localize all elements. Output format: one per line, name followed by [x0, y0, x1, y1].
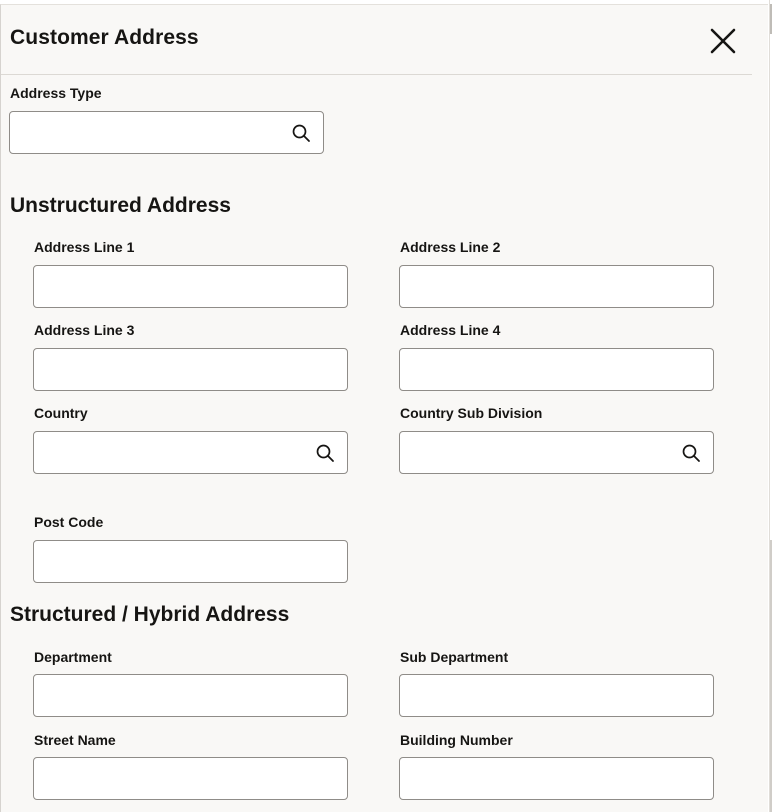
address-type-label: Address Type: [10, 85, 102, 101]
address-line-1-label: Address Line 1: [34, 239, 135, 255]
post-code-field: [33, 540, 348, 583]
building-number-input[interactable]: [400, 758, 713, 799]
department-input[interactable]: [34, 675, 347, 716]
sub-department-label: Sub Department: [400, 649, 509, 665]
customer-address-dialog: Customer Address Address Type Unstructur…: [0, 4, 768, 812]
street-name-input[interactable]: [34, 758, 347, 799]
department-field: [33, 674, 348, 717]
address-type-field: [9, 111, 324, 154]
address-line-1-field: [33, 265, 348, 308]
street-name-field: [33, 757, 348, 800]
building-number-label: Building Number: [400, 732, 513, 748]
country-field: [33, 431, 348, 474]
address-line-3-field: [33, 348, 348, 391]
address-line-3-label: Address Line 3: [34, 322, 135, 338]
address-line-4-input[interactable]: [400, 349, 713, 390]
country-sub-division-label: Country Sub Division: [400, 405, 543, 421]
search-icon[interactable]: [681, 443, 701, 463]
address-line-3-input[interactable]: [34, 349, 347, 390]
address-line-4-field: [399, 348, 714, 391]
close-icon: [710, 28, 736, 54]
street-name-label: Street Name: [34, 732, 116, 748]
dialog-title: Customer Address: [10, 26, 199, 49]
building-number-field: [399, 757, 714, 800]
country-sub-division-input[interactable]: [400, 432, 713, 473]
address-line-2-label: Address Line 2: [400, 239, 501, 255]
address-line-2-field: [399, 265, 714, 308]
dialog-header: Customer Address: [1, 5, 752, 75]
post-code-label: Post Code: [34, 514, 104, 530]
address-line-1-input[interactable]: [34, 266, 347, 307]
sub-department-field: [399, 674, 714, 717]
country-input[interactable]: [34, 432, 347, 473]
department-label: Department: [34, 649, 112, 665]
search-icon[interactable]: [315, 443, 335, 463]
country-label: Country: [34, 405, 88, 421]
address-line-4-label: Address Line 4: [400, 322, 501, 338]
post-code-input[interactable]: [34, 541, 347, 582]
structured-address-heading: Structured / Hybrid Address: [10, 603, 290, 626]
address-line-2-input[interactable]: [400, 266, 713, 307]
close-button[interactable]: [707, 25, 739, 57]
search-icon[interactable]: [291, 123, 311, 143]
unstructured-address-heading: Unstructured Address: [10, 194, 231, 217]
address-type-input[interactable]: [10, 112, 323, 153]
sub-department-input[interactable]: [400, 675, 713, 716]
country-sub-division-field: [399, 431, 714, 474]
